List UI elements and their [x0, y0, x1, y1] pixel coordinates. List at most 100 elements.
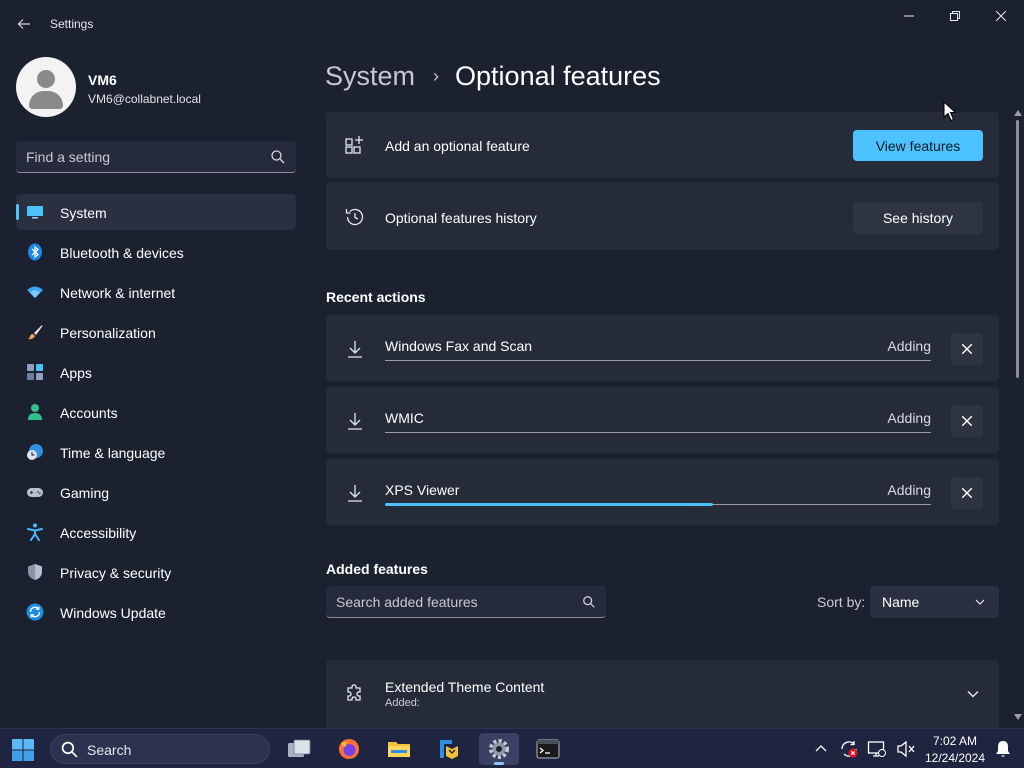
chevron-down-icon[interactable] [967, 690, 979, 698]
added-feature-item[interactable]: Extended Theme Content Added: [326, 660, 999, 728]
sidebar-item-personalization[interactable]: Personalization [16, 314, 296, 350]
taskbar-search[interactable]: Search [50, 734, 270, 764]
person-icon [28, 404, 42, 420]
breadcrumb-separator: › [433, 65, 440, 86]
close-icon [962, 344, 972, 354]
update-icon [26, 603, 44, 621]
title-bar: Settings [0, 0, 1024, 48]
mouse-cursor-icon [943, 101, 957, 122]
recent-action-name: Windows Fax and Scan [385, 338, 533, 354]
recent-action-name: XPS Viewer [385, 482, 460, 498]
sidebar-item-accessibility[interactable]: Accessibility [16, 514, 296, 550]
download-icon [348, 341, 362, 358]
apps-icon [27, 364, 43, 380]
taskbar-date[interactable]: 12/24/2024 [922, 751, 988, 765]
close-icon [962, 416, 972, 426]
find-setting-input[interactable] [16, 141, 266, 172]
app-title: Settings [50, 17, 94, 31]
sidebar-item-gaming[interactable]: Gaming [16, 474, 296, 510]
profile-email: VM6@collabnet.local [88, 92, 201, 106]
history-icon [345, 208, 364, 226]
sort-by-dropdown[interactable]: Name [870, 586, 999, 618]
taskbar-file-explorer[interactable] [379, 733, 419, 765]
scroll-thumb[interactable] [1016, 120, 1019, 378]
cancel-action-button[interactable] [951, 405, 983, 437]
sidebar-item-windows-update[interactable]: Windows Update [16, 594, 296, 630]
volume-muted-icon[interactable] [896, 739, 916, 759]
scrollbar[interactable] [1013, 110, 1023, 728]
taskbar-visual-studio-installer[interactable] [429, 733, 469, 765]
taskbar-settings[interactable] [479, 733, 519, 765]
close-icon [996, 11, 1006, 21]
minimize-icon [904, 15, 914, 17]
restore-button[interactable] [932, 0, 978, 32]
sidebar-item-label: Accounts [60, 405, 118, 421]
progress-bar [385, 503, 931, 506]
added-features-title: Added features [326, 561, 428, 577]
gear-icon [489, 739, 509, 759]
sidebar-item-time-language[interactable]: Time & language [16, 434, 296, 470]
history-label: Optional features history [385, 210, 537, 226]
avatar [16, 57, 76, 117]
sidebar-item-label: Personalization [60, 325, 156, 341]
sidebar-item-apps[interactable]: Apps [16, 354, 296, 390]
wifi-icon [27, 286, 43, 298]
added-feature-detail: Added: [385, 697, 420, 709]
main-content: Add an optional feature View features Op… [326, 112, 999, 728]
sort-by-value: Name [882, 594, 920, 610]
user-profile[interactable]: VM6 VM6@collabnet.local [16, 57, 296, 119]
chevron-up-icon[interactable] [815, 744, 827, 752]
chevron-down-icon [975, 599, 985, 605]
sync-alert-icon[interactable] [839, 739, 859, 759]
cancel-action-button[interactable] [951, 477, 983, 509]
minimize-button[interactable] [886, 0, 932, 32]
network-icon[interactable] [867, 739, 887, 759]
see-history-button[interactable]: See history [853, 202, 983, 234]
sidebar-item-accounts[interactable]: Accounts [16, 394, 296, 430]
download-icon [348, 413, 362, 430]
puzzle-icon [347, 684, 361, 701]
sidebar-item-label: Privacy & security [60, 565, 172, 581]
sort-by-label: Sort by: [817, 594, 866, 610]
sidebar-item-system[interactable]: System [16, 194, 296, 230]
sidebar-item-privacy[interactable]: Privacy & security [16, 554, 296, 590]
globe-clock-icon [27, 444, 43, 460]
search-icon [61, 741, 78, 758]
close-window-button[interactable] [978, 0, 1024, 32]
recent-action-item: WMIC Adding [326, 387, 999, 453]
view-features-button[interactable]: View features [853, 130, 983, 161]
recent-action-status: Adding [887, 338, 931, 354]
sidebar-item-label: System [60, 205, 107, 221]
sidebar-item-bluetooth[interactable]: Bluetooth & devices [16, 234, 296, 270]
sidebar-item-label: Accessibility [60, 525, 137, 541]
taskbar-terminal[interactable] [528, 733, 568, 765]
notification-bell-icon[interactable] [995, 740, 1011, 758]
search-added-features-input[interactable] [326, 586, 576, 617]
taskbar-firefox[interactable] [329, 733, 369, 765]
visual-studio-installer-icon [440, 740, 458, 759]
search-icon[interactable] [582, 595, 596, 609]
breadcrumb-parent[interactable]: System [325, 61, 415, 92]
gamepad-icon [27, 488, 43, 497]
sidebar-item-network[interactable]: Network & internet [16, 274, 296, 310]
cancel-action-button[interactable] [951, 333, 983, 365]
scroll-down-arrow-icon[interactable] [1014, 714, 1022, 720]
page-title: Optional features [455, 60, 661, 91]
sidebar-item-label: Gaming [60, 485, 110, 501]
task-view-button[interactable] [279, 733, 319, 765]
search-icon[interactable] [270, 149, 286, 165]
add-feature-label: Add an optional feature [385, 138, 530, 154]
monitor-icon [27, 206, 43, 219]
optional-features-history-card[interactable]: Optional features history See history [326, 182, 999, 250]
progress-bar [385, 432, 931, 433]
back-button[interactable] [10, 10, 38, 38]
sidebar-item-label: Apps [60, 365, 92, 381]
scroll-up-arrow-icon[interactable] [1014, 110, 1022, 116]
task-view-icon [288, 739, 311, 757]
breadcrumb: System › Optional features [325, 58, 661, 94]
sidebar-item-label: Windows Update [60, 605, 166, 621]
folder-icon [388, 742, 410, 757]
taskbar-time[interactable]: 7:02 AM [928, 734, 982, 748]
windows-start-icon[interactable] [12, 739, 34, 761]
recent-action-status: Adding [887, 410, 931, 426]
